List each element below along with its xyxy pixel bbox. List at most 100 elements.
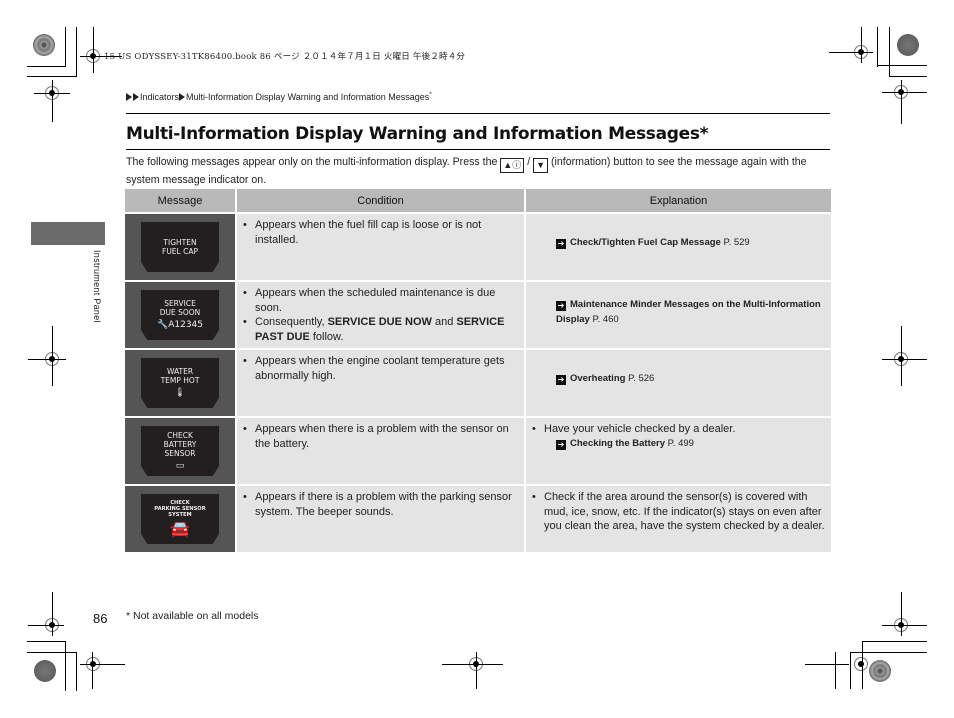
condition-bullet: Appears if there is a problem with the p… [243,490,518,519]
reference-link[interactable]: ➔ Checking the Battery P. 499 [532,437,825,452]
table-row: WATER TEMP HOT 🌡 Appears when the engine… [125,350,831,416]
intro-paragraph: The following messages appear only on th… [126,155,832,189]
crop-line [862,641,927,642]
header-rule [126,113,830,114]
breadcrumb-asterisk: * [429,92,432,98]
title-asterisk: * [699,124,709,144]
breadcrumb-item-indicators[interactable]: Indicators [140,92,179,102]
crop-line [27,76,77,77]
explanation-cell: Check if the area around the sensor(s) i… [526,486,831,552]
triangle-right-icon [179,93,186,101]
crop-line [27,652,77,653]
reference-page: P. 460 [592,313,619,325]
messages-table: Message Condition Explanation TIGHTEN FU… [123,187,833,554]
registration-dial-icon [33,34,55,56]
registration-dial-icon [869,660,891,682]
registration-mark-icon [854,657,868,671]
crop-line [27,66,66,67]
crop-line [829,52,873,53]
message-image-cell: CHECK PARKING SENSOR SYSTEM 🚘 [125,486,235,552]
condition-cell: Appears when the fuel fill cap is loose … [237,214,524,280]
reference-link[interactable]: ➔ Check/Tighten Fuel Cap Message P. 529 [532,218,825,251]
parking-sensor-car-icon: 🚘 [170,519,190,538]
breadcrumb: Indicators Multi-Information Display Warn… [126,92,432,102]
crop-line [476,652,477,689]
crop-line [850,652,851,689]
condition-text: Consequently, [255,316,325,328]
crop-line [882,359,927,360]
condition-cell: Appears when the engine coolant temperat… [237,350,524,416]
display-line: BATTERY [163,439,197,449]
message-image-cell: TIGHTEN FUEL CAP [125,214,235,280]
page-title-text: Multi-Information Display Warning and In… [126,124,700,144]
crop-line [889,76,927,77]
arrow-right-box-icon: ➔ [556,301,566,311]
display-line: SENSOR [164,448,196,458]
explanation-cell: ➔ Check/Tighten Fuel Cap Message P. 529 [526,214,831,280]
crop-line [889,27,890,76]
header-condition: Condition [237,189,524,212]
crop-line [901,326,902,386]
crop-line [65,27,66,67]
crop-line [442,664,503,665]
condition-text: and [434,316,454,328]
crop-line [65,641,66,691]
display-service-due-soon: SERVICE DUE SOON 🔧A12345 [141,290,219,340]
wrench-icon: 🔧A12345 [157,320,203,330]
condition-bullet: Appears when there is a problem with the… [243,422,518,451]
page-number: 86 [93,611,108,626]
condition-bullet: Consequently, SERVICE DUE NOW and SERVIC… [243,315,518,344]
crop-line [861,27,862,63]
registration-dial-icon [897,34,919,56]
crop-line [882,92,927,93]
condition-bullet: Appears when the engine coolant temperat… [243,354,518,383]
condition-cell: Appears if there is a problem with the p… [237,486,524,552]
crop-line [80,664,125,665]
display-line: TEMP HOT [160,376,200,385]
reference-title: Check/Tighten Fuel Cap Message [570,237,721,248]
reference-link[interactable]: ➔ Overheating P. 526 [532,354,825,387]
message-image-cell: WATER TEMP HOT 🌡 [125,350,235,416]
arrow-right-box-icon: ➔ [556,439,566,450]
message-image-cell: CHECK BATTERY SENSOR ▭ [125,418,235,484]
crop-line [52,592,53,636]
triangle-right-icon [133,93,139,101]
reference-title: Overheating [570,373,626,384]
condition-cell: Appears when the scheduled maintenance i… [237,282,524,348]
crop-line [27,641,66,642]
condition-bullet: Appears when the fuel fill cap is loose … [243,218,518,247]
condition-text: follow. [312,330,344,343]
display-line: FUEL CAP [162,247,198,256]
crop-line [901,592,902,636]
display-line: CHECK [167,430,193,440]
crop-line [877,65,927,66]
intro-text-before: The following messages appear only on th… [126,156,498,168]
table-row: CHECK PARKING SENSOR SYSTEM 🚘 Appears if… [125,486,831,552]
display-check-parking-sensor-system: CHECK PARKING SENSOR SYSTEM 🚘 [141,494,219,544]
crop-line [76,27,77,76]
header-explanation: Explanation [526,189,831,212]
triangle-right-icon [126,93,132,101]
footnote: * Not available on all models [126,610,259,622]
reference-link[interactable]: ➔ Maintenance Minder Messages on the Mult… [532,286,825,327]
crop-line [862,641,863,689]
condition-cell: Appears when there is a problem with the… [237,418,524,484]
reference-page: P. 526 [628,373,655,384]
chapter-label: Instrument Panel [92,250,102,323]
coolant-temperature-icon: 🌡 [174,388,186,398]
crop-line [52,80,53,122]
explanation-cell: ➔ Overheating P. 526 [526,350,831,416]
battery-icon: ▭ [175,460,185,471]
table-row: TIGHTEN FUEL CAP Appears when the fuel f… [125,214,831,280]
breadcrumb-item-current: Multi-Information Display Warning and In… [186,92,430,102]
explanation-cell: Have your vehicle checked by a dealer. ➔… [526,418,831,484]
crop-line [92,652,93,689]
crop-line [28,625,64,626]
explanation-bullet: Check if the area around the sensor(s) i… [532,490,825,534]
crop-line [93,27,94,73]
crop-line [76,652,77,691]
display-line: TIGHTEN [163,238,197,247]
reference-page: P. 529 [723,237,750,248]
crop-line [52,326,53,386]
chapter-tab[interactable] [31,222,105,245]
